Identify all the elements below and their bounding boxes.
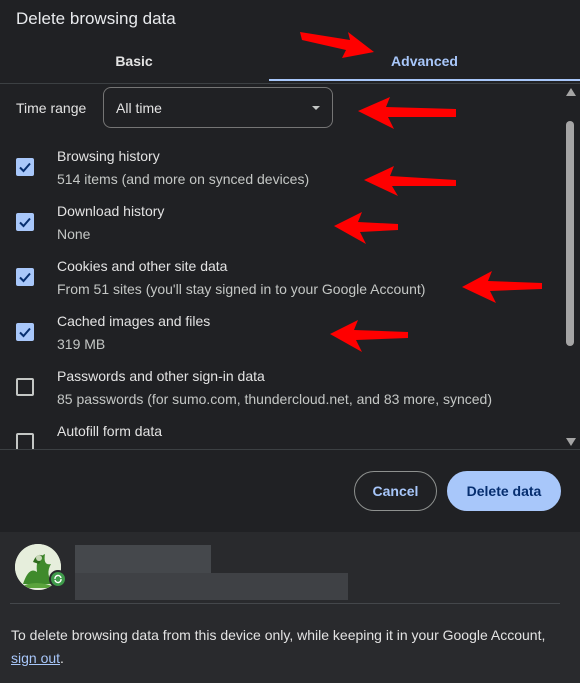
- time-range-value: All time: [116, 100, 162, 116]
- annotation-arrow-icon: [364, 166, 456, 196]
- delete-browsing-data-dialog: Delete browsing data Basic Advanced Time…: [0, 0, 580, 532]
- option-label: Download history: [57, 203, 165, 219]
- checkmark-icon: [19, 272, 31, 283]
- time-range-label: Time range: [16, 100, 87, 116]
- checkmark-icon: [19, 327, 31, 338]
- sign-out-link[interactable]: sign out: [11, 650, 60, 666]
- cancel-button[interactable]: Cancel: [354, 471, 437, 511]
- tab-basic[interactable]: Basic: [0, 44, 268, 83]
- annotation-arrow-icon: [462, 271, 542, 303]
- checkmark-icon: [19, 162, 31, 173]
- scrollbar[interactable]: [563, 84, 577, 449]
- autofill-checkbox[interactable]: [16, 433, 34, 449]
- option-label: Passwords and other sign-in data: [57, 368, 265, 384]
- redacted-account-name: [75, 545, 211, 573]
- annotation-arrow-icon: [358, 97, 456, 129]
- option-autofill[interactable]: Autofill form data: [0, 415, 560, 449]
- sync-badge-icon: [49, 570, 67, 588]
- dropdown-caret-icon: [312, 106, 320, 110]
- option-browsing-history[interactable]: Browsing history 514 items (and more on …: [0, 140, 560, 195]
- scrollbar-thumb[interactable]: [566, 121, 574, 346]
- option-passwords[interactable]: Passwords and other sign-in data 85 pass…: [0, 360, 560, 415]
- cookies-checkbox[interactable]: [16, 268, 34, 286]
- dialog-title: Delete browsing data: [16, 9, 176, 28]
- option-label: Cached images and files: [57, 313, 211, 329]
- browsing-history-checkbox[interactable]: [16, 158, 34, 176]
- scroll-down-arrow-icon[interactable]: [566, 438, 576, 446]
- cached-images-checkbox[interactable]: [16, 323, 34, 341]
- passwords-checkbox[interactable]: [16, 378, 34, 396]
- tab-bar: Basic Advanced: [0, 44, 580, 84]
- option-label: Browsing history: [57, 148, 160, 164]
- option-detail: 85 passwords (for sumo.com, thundercloud…: [57, 391, 492, 407]
- time-range-select[interactable]: All time: [103, 87, 333, 128]
- annotation-arrow-icon: [334, 212, 398, 244]
- option-download-history[interactable]: Download history None: [0, 195, 560, 250]
- option-label: Autofill form data: [57, 423, 163, 439]
- option-cached-images[interactable]: Cached images and files 319 MB: [0, 305, 560, 360]
- option-detail: None: [57, 226, 91, 242]
- delete-data-button[interactable]: Delete data: [447, 471, 561, 511]
- tab-selected-indicator: [269, 79, 580, 81]
- scroll-up-arrow-icon[interactable]: [566, 88, 576, 96]
- redacted-account-email: [75, 573, 348, 600]
- download-history-checkbox[interactable]: [16, 213, 34, 231]
- options-scroll-area[interactable]: Time range All time Browsing history 514…: [0, 84, 580, 450]
- annotation-arrow-icon: [300, 32, 374, 58]
- option-detail: 319 MB: [57, 336, 106, 352]
- option-label: Cookies and other site data: [57, 258, 228, 274]
- sign-out-note: To delete browsing data from this device…: [11, 627, 546, 666]
- checkmark-icon: [19, 217, 31, 228]
- option-detail: From 51 sites (you'll stay signed in to …: [57, 281, 426, 297]
- annotation-arrow-icon: [330, 320, 408, 352]
- option-detail: 514 items (and more on synced devices): [57, 171, 310, 187]
- divider: [10, 603, 560, 604]
- account-section: To delete browsing data from this device…: [0, 532, 580, 683]
